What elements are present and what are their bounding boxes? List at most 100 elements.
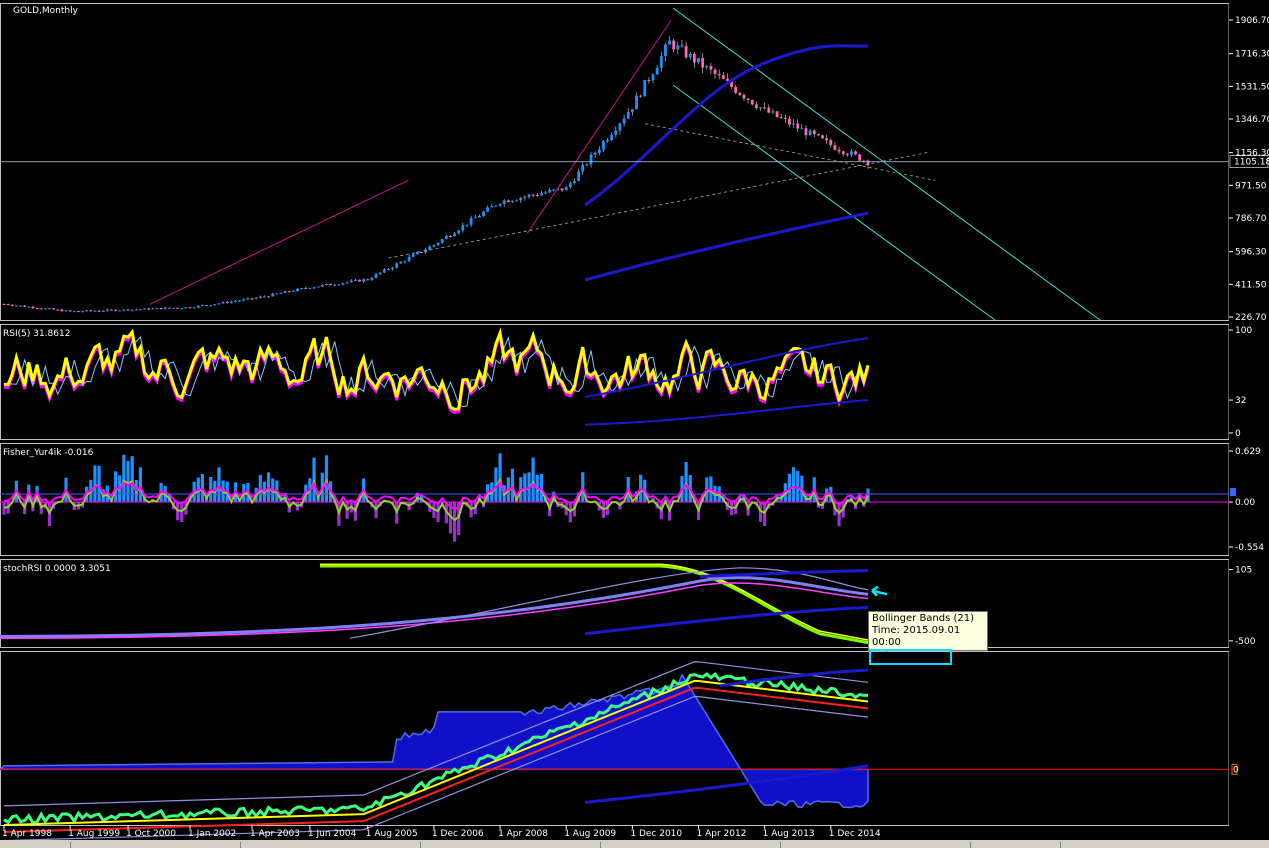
x-tick-label: 1 Dec 2006 — [432, 829, 484, 839]
candle-body — [548, 189, 552, 193]
candle-body — [709, 66, 713, 70]
candle-body — [804, 128, 808, 136]
fisher-bar — [97, 465, 101, 503]
y-tick-label: 411.50 — [1235, 280, 1267, 290]
y-tick-label: 1346.70 — [1235, 115, 1269, 125]
fisher-bar — [791, 467, 796, 503]
candle-body — [523, 196, 527, 198]
x-tick-label: 1 Jun 2004 — [308, 829, 357, 839]
candle-body — [10, 304, 14, 306]
x-tick-label: 1 Dec 2014 — [829, 829, 881, 839]
fisher-bar — [763, 502, 767, 526]
candle-body — [205, 305, 208, 307]
fisher-bar — [324, 455, 329, 503]
trading-chart[interactable]: 1105.18 GOLD,Monthly RSI(5) 31.8612 Fish… — [0, 0, 1269, 848]
candle-body — [858, 154, 862, 161]
candle-body — [60, 309, 64, 312]
price-panel-title: GOLD,Monthly — [13, 6, 79, 16]
candle-body — [717, 74, 721, 76]
candle-body — [308, 288, 312, 290]
candle-body — [370, 278, 374, 280]
candle-body — [312, 287, 316, 289]
fisher-bar — [122, 454, 126, 503]
candle-body — [680, 45, 684, 47]
candle-body — [126, 309, 130, 311]
candle-body — [287, 291, 291, 293]
candle-body — [43, 308, 47, 310]
candle-body — [473, 217, 477, 219]
candle-body — [366, 279, 370, 281]
candle-body — [812, 130, 816, 135]
x-tick-label: 1 Aug 2009 — [564, 829, 616, 839]
candle-body — [362, 279, 366, 282]
status-divider — [970, 842, 971, 848]
candle-body — [742, 94, 746, 99]
candle-body — [155, 307, 159, 309]
y-tick-label: 596.30 — [1235, 248, 1267, 258]
candle-body — [816, 134, 820, 136]
candle-body — [267, 296, 270, 298]
panel-frame-2 — [0, 324, 1230, 440]
candle-body — [85, 310, 89, 312]
candle-body — [800, 128, 804, 130]
x-tick-label: 1 Jan 2002 — [188, 829, 236, 839]
y-tick-label: 0 — [1235, 429, 1241, 439]
candle-body — [829, 140, 833, 146]
fisher-level-marker — [1230, 488, 1236, 497]
candle-body — [329, 283, 332, 286]
candle-body — [250, 298, 254, 300]
x-tick-label: 1 Dec 2010 — [630, 829, 682, 839]
candle-body — [279, 292, 283, 294]
candle-body — [213, 304, 217, 306]
fisher-bar — [510, 468, 515, 503]
candle-body — [635, 95, 638, 110]
candle-body — [837, 149, 841, 152]
candle-body — [300, 288, 304, 290]
candle-body — [201, 305, 204, 307]
candle-body — [167, 307, 171, 309]
candle-body — [734, 86, 738, 93]
candle-body — [614, 130, 618, 135]
candle-body — [490, 205, 494, 208]
candle-body — [531, 194, 535, 196]
candle-body — [97, 310, 101, 312]
fisher-bar — [130, 456, 134, 503]
candle-body — [726, 78, 729, 81]
candle-body — [39, 308, 43, 310]
fisher-bar — [126, 461, 130, 503]
status-divider — [240, 842, 241, 848]
candle-body — [738, 92, 742, 95]
candle-body — [192, 307, 196, 309]
fisher-bar — [114, 471, 118, 503]
candle-body — [15, 305, 18, 307]
candle-body — [176, 307, 180, 309]
candle-body — [478, 215, 481, 218]
candle-body — [353, 279, 357, 281]
candle-body — [618, 123, 622, 131]
y-tick-label: 226.70 — [1235, 313, 1267, 323]
y-tick-label: 100 — [1235, 326, 1252, 336]
candle-body — [573, 181, 576, 184]
candle-body — [296, 288, 299, 292]
candle-body — [291, 291, 295, 293]
y-tick-label: 971.50 — [1235, 181, 1267, 191]
candle-body — [622, 118, 626, 124]
candle-body — [77, 311, 80, 313]
candle-body — [771, 111, 775, 113]
candle-body — [585, 164, 589, 166]
x-tick-label: 1 Aug 2005 — [366, 829, 418, 839]
candle-body — [440, 239, 444, 243]
candle-body — [845, 154, 849, 156]
candle-body — [93, 310, 97, 312]
candle-body — [68, 310, 72, 312]
candle-body — [114, 309, 118, 311]
candle-body — [246, 298, 250, 300]
candle-body — [759, 107, 762, 109]
candle-body — [101, 310, 105, 312]
candle-body — [238, 300, 242, 302]
candle-body — [64, 310, 68, 312]
panel-frame-3 — [0, 443, 1230, 556]
fisher-bar — [684, 462, 688, 503]
candle-body — [825, 138, 829, 141]
candle-body — [502, 200, 506, 204]
